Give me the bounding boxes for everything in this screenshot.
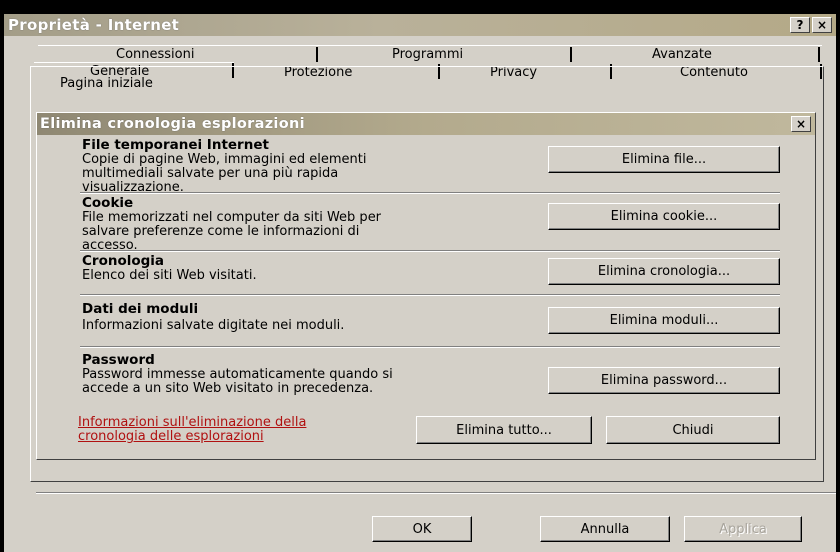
tab-separator: [570, 47, 572, 62]
delete-history-button[interactable]: Elimina cronologia...: [548, 258, 780, 285]
ok-button[interactable]: OK: [372, 516, 472, 542]
section-title: File temporanei Internet: [82, 137, 269, 153]
section-title: Cronologia: [82, 253, 165, 269]
close-dialog-button[interactable]: Chiudi: [606, 416, 780, 444]
divider: [80, 250, 780, 252]
info-link-line[interactable]: Informazioni sull'eliminazione della: [78, 416, 408, 430]
apply-button[interactable]: Applica: [684, 516, 802, 542]
section-history: Cronologia Elenco dei siti Web visitati.: [82, 254, 522, 283]
info-link-line[interactable]: cronologia delle esplorazioni: [78, 430, 408, 444]
footer-divider: [36, 492, 836, 494]
section-cookies: Cookie File memorizzati nel computer da …: [82, 196, 522, 253]
delete-cookies-button[interactable]: Elimina cookie...: [548, 203, 780, 230]
tab-separator: [818, 47, 820, 62]
tab-row-edge: [38, 45, 822, 46]
section-desc-line: accede a un sito Web visitato in precede…: [82, 381, 374, 396]
divider: [80, 346, 780, 348]
info-link[interactable]: Informazioni sull'eliminazione della cro…: [78, 416, 408, 444]
tab-connessioni[interactable]: Connessioni: [116, 47, 194, 62]
delete-files-button[interactable]: Elimina file...: [548, 146, 780, 173]
section-passwords: Password Password immesse automaticament…: [82, 353, 522, 396]
section-title: Cookie: [82, 195, 134, 211]
home-page-group-label: Pagina iniziale: [60, 76, 153, 91]
inner-title: Elimina cronologia esplorazioni: [40, 116, 305, 132]
section-form-data: Dati dei moduli Informazioni salvate dig…: [82, 302, 522, 333]
section-desc-line: multimediali salvate per una più rapida: [82, 166, 339, 181]
section-desc-line: Elenco dei siti Web visitati.: [82, 268, 257, 283]
divider: [80, 294, 780, 296]
section-title: Dati dei moduli: [82, 301, 199, 317]
section-title: Password: [82, 352, 155, 368]
tab-separator: [316, 47, 318, 62]
outer-title-bar: Proprietà - Internet ? ×: [4, 14, 836, 36]
section-desc-line: Informazioni salvate digitate nei moduli…: [82, 318, 345, 333]
close-icon[interactable]: ×: [791, 116, 811, 132]
section-desc-line: Password immesse automaticamente quando …: [82, 367, 393, 382]
section-temp-files: File temporanei Internet Copie di pagine…: [82, 138, 522, 195]
tab-programmi[interactable]: Programmi: [392, 47, 463, 62]
cancel-button[interactable]: Annulla: [540, 516, 670, 542]
tab-row-edge: [34, 62, 234, 63]
tab-avanzate[interactable]: Avanzate: [652, 47, 712, 62]
close-icon[interactable]: ×: [812, 17, 832, 33]
section-desc-line: File memorizzati nel computer da siti We…: [82, 210, 382, 225]
delete-forms-button[interactable]: Elimina moduli...: [548, 307, 780, 334]
help-icon[interactable]: ?: [790, 17, 810, 33]
outer-title: Proprietà - Internet: [8, 16, 180, 34]
delete-all-button[interactable]: Elimina tutto...: [416, 416, 592, 444]
section-desc-line: salvare preferenze come le informazioni …: [82, 224, 360, 239]
inner-title-bar: Elimina cronologia esplorazioni ×: [37, 113, 815, 135]
divider: [80, 192, 780, 194]
section-desc-line: Copie di pagine Web, immagini ed element…: [82, 152, 367, 167]
delete-passwords-button[interactable]: Elimina password...: [548, 367, 780, 394]
